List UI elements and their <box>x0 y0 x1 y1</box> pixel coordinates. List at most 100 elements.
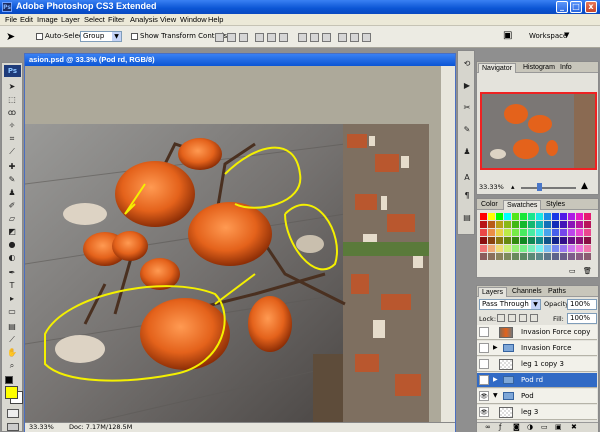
align-hcenter-icon[interactable] <box>267 33 276 42</box>
color-swatch[interactable] <box>560 221 567 228</box>
workspace-chevron-icon[interactable]: ▼ <box>564 31 569 39</box>
align-left-icon[interactable] <box>255 33 264 42</box>
color-swatch[interactable] <box>496 221 503 228</box>
color-swatch[interactable] <box>512 229 519 236</box>
tab-swatches[interactable]: Swatches <box>503 200 542 210</box>
eye-icon[interactable]: 👁 <box>479 375 489 385</box>
character-panel-icon[interactable]: A <box>461 173 473 183</box>
color-swatch[interactable] <box>488 237 495 244</box>
color-swatch[interactable] <box>528 253 535 260</box>
visibility-toggle[interactable] <box>479 327 489 337</box>
color-swatch[interactable] <box>544 245 551 252</box>
color-swatch[interactable] <box>576 245 583 252</box>
distribute-vcenter-icon[interactable] <box>310 33 319 42</box>
distribute-hcenter-icon[interactable] <box>350 33 359 42</box>
color-swatch[interactable] <box>552 213 559 220</box>
minimize-button[interactable]: _ <box>556 1 568 13</box>
expand-triangle-icon[interactable]: ▶ <box>493 376 498 383</box>
color-swatch[interactable] <box>536 213 543 220</box>
visibility-toggle[interactable] <box>479 343 489 353</box>
color-swatch[interactable] <box>560 229 567 236</box>
marquee-tool-icon[interactable]: ⬚ <box>5 94 19 105</box>
quick-mask-icon[interactable] <box>7 409 19 418</box>
color-swatch[interactable] <box>480 213 487 220</box>
new-group-icon[interactable]: ▭ <box>541 423 548 431</box>
auto-select-dropdown[interactable]: Group ▼ <box>80 31 122 42</box>
link-layers-icon[interactable]: ∞ <box>485 423 491 431</box>
delete-layer-icon[interactable]: ✖ <box>571 423 577 431</box>
color-swatch[interactable] <box>488 229 495 236</box>
color-swatch[interactable] <box>504 245 511 252</box>
zoom-readout[interactable]: 33.33% <box>29 423 54 432</box>
align-top-icon[interactable] <box>215 33 224 42</box>
color-swatch[interactable] <box>496 245 503 252</box>
color-swatch[interactable] <box>520 237 527 244</box>
dodge-tool-icon[interactable]: ◐ <box>5 252 19 263</box>
blur-tool-icon[interactable]: ● <box>5 239 19 250</box>
color-swatch[interactable] <box>568 245 575 252</box>
screen-mode-icon[interactable] <box>7 423 19 431</box>
photoshop-logo[interactable]: Ps <box>4 65 21 77</box>
distribute-left-icon[interactable] <box>338 33 347 42</box>
healing-brush-tool-icon[interactable]: ✚ <box>5 161 19 172</box>
lasso-tool-icon[interactable]: ꝏ <box>5 107 19 118</box>
shape-tool-icon[interactable]: ▭ <box>5 306 19 317</box>
color-swatch[interactable] <box>552 237 559 244</box>
brushes-panel-icon[interactable]: ✎ <box>461 125 473 135</box>
zoom-in-icon[interactable]: ▲ <box>581 181 588 191</box>
path-selection-tool-icon[interactable]: ▸ <box>5 293 19 304</box>
notes-tool-icon[interactable]: ▤ <box>5 321 19 332</box>
maximize-button[interactable]: □ <box>570 1 582 13</box>
layer-mask-icon[interactable]: ◙ <box>513 423 520 431</box>
blend-mode-dropdown[interactable]: Pass Through ▼ <box>479 299 541 310</box>
paragraph-panel-icon[interactable]: ¶ <box>461 191 473 201</box>
eyedropper-tool-icon[interactable]: ⟋ <box>5 146 19 157</box>
color-swatch[interactable] <box>480 245 487 252</box>
new-swatch-icon[interactable]: ▭ <box>569 267 576 275</box>
color-swatch[interactable] <box>560 213 567 220</box>
eraser-tool-icon[interactable]: ▱ <box>5 213 19 224</box>
color-swatch[interactable] <box>480 253 487 260</box>
layer-style-icon[interactable]: ƒ <box>499 423 501 431</box>
color-swatch[interactable] <box>512 213 519 220</box>
color-swatch[interactable] <box>584 237 591 244</box>
color-swatch[interactable] <box>488 213 495 220</box>
color-swatch[interactable] <box>552 221 559 228</box>
color-swatch[interactable] <box>568 237 575 244</box>
zoom-slider[interactable] <box>521 187 576 189</box>
eyedropper-sample-tool-icon[interactable]: ⟋ <box>5 334 19 345</box>
tab-layers[interactable]: Layers <box>478 287 508 297</box>
auto-select-checkbox[interactable] <box>36 33 43 40</box>
color-swatch[interactable] <box>504 213 511 220</box>
layer-row[interactable]: ▶ Invasion Force <box>477 341 597 356</box>
move-tool-icon[interactable]: ➤ <box>5 81 19 92</box>
clone-stamp-tool-icon[interactable]: ♟ <box>5 187 19 198</box>
color-swatch[interactable] <box>544 213 551 220</box>
tab-channels[interactable]: Channels <box>509 287 545 297</box>
color-swatch[interactable] <box>504 221 511 228</box>
menu-layer[interactable]: Layer <box>61 15 80 24</box>
fill-field[interactable]: 100% <box>567 313 597 324</box>
color-swatch[interactable] <box>480 237 487 244</box>
color-swatch[interactable] <box>512 221 519 228</box>
color-swatch[interactable] <box>520 229 527 236</box>
adjustment-layer-icon[interactable]: ◑ <box>527 423 533 431</box>
color-swatch[interactable] <box>584 213 591 220</box>
tab-paths[interactable]: Paths <box>545 287 569 297</box>
move-tool-preset-icon[interactable]: ➤ <box>6 30 20 44</box>
layer-row[interactable]: Invasion Force copy <box>477 325 597 340</box>
visibility-toggle[interactable] <box>479 359 489 369</box>
color-swatch[interactable] <box>512 237 519 244</box>
color-swatch[interactable] <box>496 229 503 236</box>
brush-tool-icon[interactable]: ✎ <box>5 174 19 185</box>
zoom-out-icon[interactable]: ▴ <box>511 183 515 191</box>
color-swatch[interactable] <box>544 229 551 236</box>
menu-window[interactable]: Window <box>180 15 207 24</box>
color-swatch[interactable] <box>536 229 543 236</box>
menu-image[interactable]: Image <box>37 15 58 24</box>
menu-help[interactable]: Help <box>208 15 223 24</box>
color-swatch[interactable] <box>568 221 575 228</box>
color-swatch[interactable] <box>536 245 543 252</box>
color-swatch[interactable] <box>488 253 495 260</box>
align-vcenter-icon[interactable] <box>227 33 236 42</box>
